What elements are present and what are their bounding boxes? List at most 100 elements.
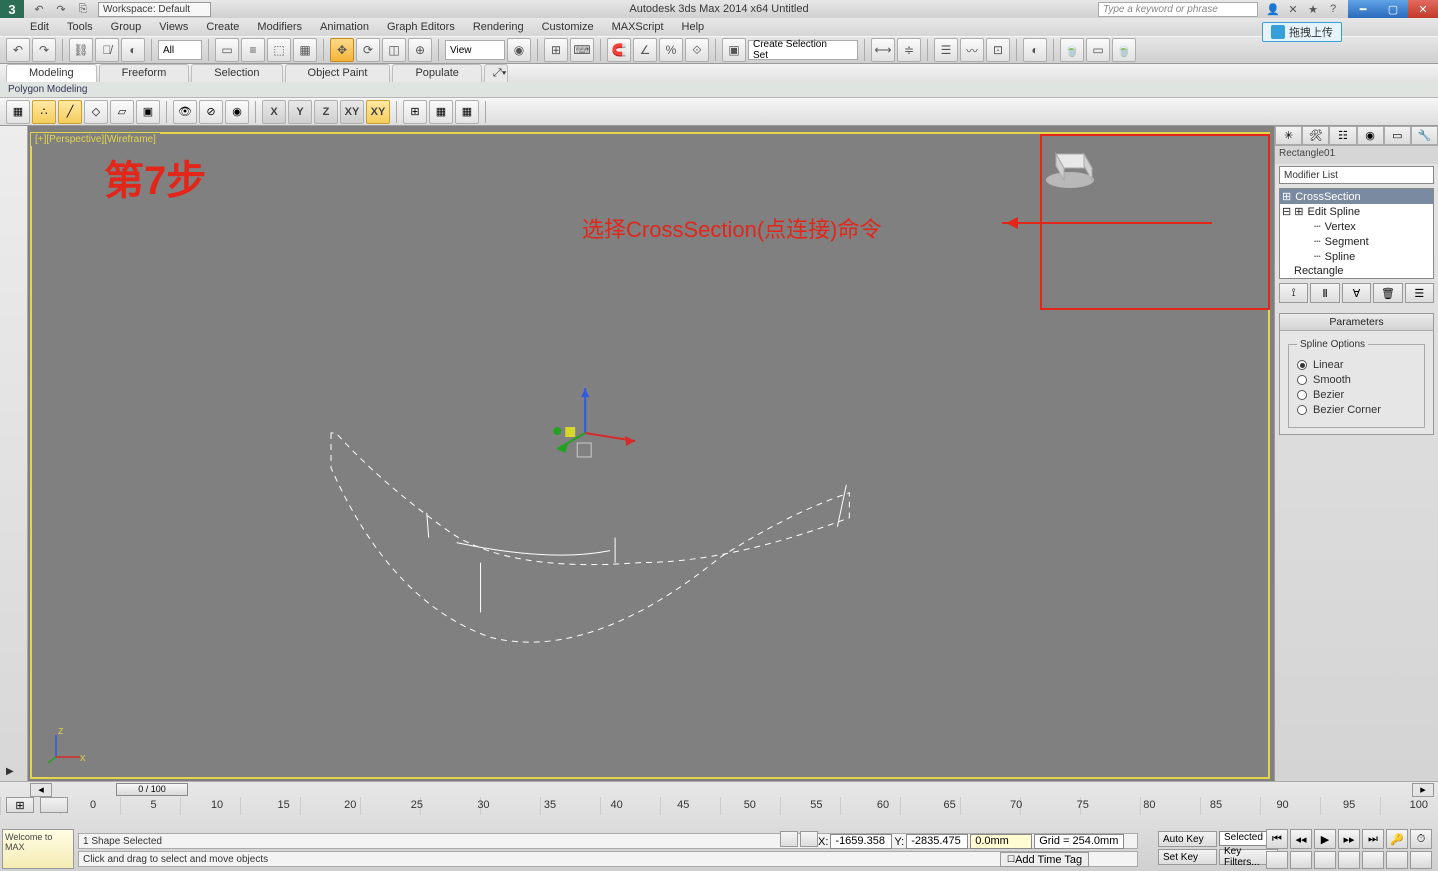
tool-render[interactable]: 🍵 — [1112, 38, 1136, 62]
zoom-extents-icon[interactable] — [1362, 851, 1384, 869]
ri-y-constraint[interactable]: Y — [288, 100, 312, 124]
menu-help[interactable]: Help — [680, 21, 707, 33]
ri-mesh1-icon[interactable]: ▦ — [429, 100, 453, 124]
tool-undo[interactable]: ↶ — [6, 38, 30, 62]
signin-icon[interactable]: 👤 — [1264, 2, 1282, 17]
tool-mirror[interactable]: ⟷ — [871, 38, 895, 62]
menu-customize[interactable]: Customize — [540, 21, 596, 33]
ri-xy-constraint[interactable]: XY — [340, 100, 364, 124]
tool-layers[interactable]: ☰ — [934, 38, 958, 62]
tool-angle-snap[interactable]: ∠ — [633, 38, 657, 62]
track-curve-icon[interactable] — [40, 797, 68, 813]
panel-tab-create-icon[interactable]: ✳ — [1275, 126, 1302, 145]
ri-preview-icon[interactable]: 👁 — [173, 100, 197, 124]
modifier-list-dropdown[interactable]: Modifier List — [1279, 166, 1434, 184]
menu-animation[interactable]: Animation — [318, 21, 371, 33]
undo-icon[interactable]: ↶ — [30, 1, 48, 17]
tool-percent-snap[interactable]: % — [659, 38, 683, 62]
welcome-panel[interactable]: Welcome to MAX — [2, 829, 74, 869]
stack-vertex[interactable]: ┄Vertex — [1280, 219, 1433, 234]
fov-icon[interactable] — [1338, 851, 1360, 869]
ri-z-constraint[interactable]: Z — [314, 100, 338, 124]
maximize-button[interactable]: ▢ — [1378, 0, 1408, 18]
timeslider-right-icon[interactable]: ▸ — [1412, 783, 1434, 797]
tab-minimize[interactable]: ⤢▾ — [484, 64, 508, 82]
stack-pin-icon[interactable]: ⟟ — [1279, 283, 1308, 303]
tool-pivot[interactable]: ◉ — [507, 38, 531, 62]
ri-x-constraint[interactable]: X — [262, 100, 286, 124]
autokey-button[interactable]: Auto Key — [1158, 831, 1217, 847]
radio-smooth[interactable]: Smooth — [1297, 374, 1416, 386]
stack-segment[interactable]: ┄Segment — [1280, 234, 1433, 249]
ri-soft-icon[interactable]: ◉ — [225, 100, 249, 124]
tab-freeform[interactable]: Freeform — [99, 64, 190, 82]
tool-named-sel[interactable]: ▣ — [722, 38, 746, 62]
ri-ignore-icon[interactable]: ⊘ — [199, 100, 223, 124]
ri-edge-icon[interactable]: ╱ — [58, 100, 82, 124]
app-logo-icon[interactable]: 3 — [0, 0, 24, 18]
tab-selection[interactable]: Selection — [191, 64, 282, 82]
zoom-all-icon[interactable] — [1386, 851, 1408, 869]
named-selection-dropdown[interactable]: Create Selection Set — [748, 40, 858, 60]
panel-tab-hierarchy-icon[interactable]: ☷ — [1329, 126, 1356, 145]
minimize-button[interactable]: ━ — [1348, 0, 1378, 18]
redo-icon[interactable]: ↷ — [52, 1, 70, 17]
viewcube-icon[interactable] — [1038, 134, 1102, 190]
timeslider-left-icon[interactable]: ◂ — [30, 783, 52, 797]
goto-start-icon[interactable]: ⏮ — [1266, 829, 1288, 849]
time-slider[interactable]: 0 / 100 — [56, 782, 1408, 798]
tool-select-region[interactable]: ⬚ — [267, 38, 291, 62]
ri-editpoly-icon[interactable]: ▦ — [6, 100, 30, 124]
favorite-icon[interactable]: ★ — [1304, 2, 1322, 17]
workspace-dropdown[interactable]: Workspace: Default — [98, 2, 211, 17]
coord-z-field[interactable]: 0.0mm — [970, 834, 1032, 849]
close-button[interactable]: ✕ — [1408, 0, 1438, 18]
tool-redo[interactable]: ↷ — [32, 38, 56, 62]
track-toggle-icon[interactable]: ⊞ — [6, 797, 34, 813]
selection-filter-dropdown[interactable]: All — [158, 40, 202, 60]
refcoord-dropdown[interactable]: View — [445, 40, 505, 60]
goto-end-icon[interactable]: ⏭ — [1362, 829, 1384, 849]
arc-rotate-icon[interactable] — [1290, 851, 1312, 869]
help-icon[interactable]: ? — [1324, 2, 1342, 17]
ri-xy2-constraint[interactable]: XY — [366, 100, 390, 124]
key-mode-icon[interactable]: 🔑 — [1386, 829, 1408, 849]
tab-modeling[interactable]: Modeling — [6, 64, 97, 82]
panel-tab-modify-icon[interactable]: 🛠 — [1302, 126, 1329, 145]
viewport[interactable]: ▶ [+][Perspective][Wireframe] 第7步 选择Cros… — [0, 126, 1274, 781]
stack-remove-icon[interactable]: 🗑 — [1373, 283, 1402, 303]
tool-render-frame[interactable]: ▭ — [1086, 38, 1110, 62]
tool-spinner-snap[interactable]: ⟐ — [685, 38, 709, 62]
ri-grid-icon[interactable]: ⊞ — [403, 100, 427, 124]
menu-modifiers[interactable]: Modifiers — [255, 21, 304, 33]
menu-grapheditors[interactable]: Graph Editors — [385, 21, 457, 33]
coord-y-field[interactable]: -2835.475 — [906, 834, 968, 849]
radio-beziercorner[interactable]: Bezier Corner — [1297, 404, 1416, 416]
menu-maxscript[interactable]: MAXScript — [610, 21, 666, 33]
link-icon[interactable]: ⎘ — [74, 1, 92, 17]
ri-vertex-icon[interactable]: ∴ — [32, 100, 56, 124]
menu-tools[interactable]: Tools — [65, 21, 95, 33]
stack-editspline[interactable]: ⊟ ⊞Edit Spline — [1280, 204, 1433, 219]
modifier-stack[interactable]: ⊞CrossSection ⊟ ⊞Edit Spline ┄Vertex ┄Se… — [1279, 188, 1434, 279]
play-icon[interactable]: ▶ — [1314, 829, 1336, 849]
tool-mat-editor[interactable]: ◐ — [1023, 38, 1047, 62]
menu-rendering[interactable]: Rendering — [471, 21, 526, 33]
next-frame-icon[interactable]: ▸▸ — [1338, 829, 1360, 849]
menu-create[interactable]: Create — [204, 21, 241, 33]
menu-views[interactable]: Views — [157, 21, 190, 33]
zoom-icon[interactable] — [1314, 851, 1336, 869]
time-config-icon[interactable]: ⏱ — [1410, 829, 1432, 849]
upload-button[interactable]: 拖拽上传 — [1262, 22, 1342, 42]
radio-linear[interactable]: Linear — [1297, 359, 1416, 371]
tool-move[interactable]: ✥ — [330, 38, 354, 62]
stack-crosssection[interactable]: ⊞CrossSection — [1280, 189, 1433, 204]
stack-config-icon[interactable]: ☰ — [1405, 283, 1434, 303]
tab-populate[interactable]: Populate — [392, 64, 481, 82]
panel-tab-motion-icon[interactable]: ◉ — [1357, 126, 1384, 145]
object-name-field[interactable]: Rectangle01 — [1275, 146, 1438, 164]
tool-scale[interactable]: ◫ — [382, 38, 406, 62]
tool-unlink[interactable]: ⛓̸ — [95, 38, 119, 62]
tool-placement[interactable]: ⊕ — [408, 38, 432, 62]
isolate-icon[interactable] — [800, 831, 818, 847]
